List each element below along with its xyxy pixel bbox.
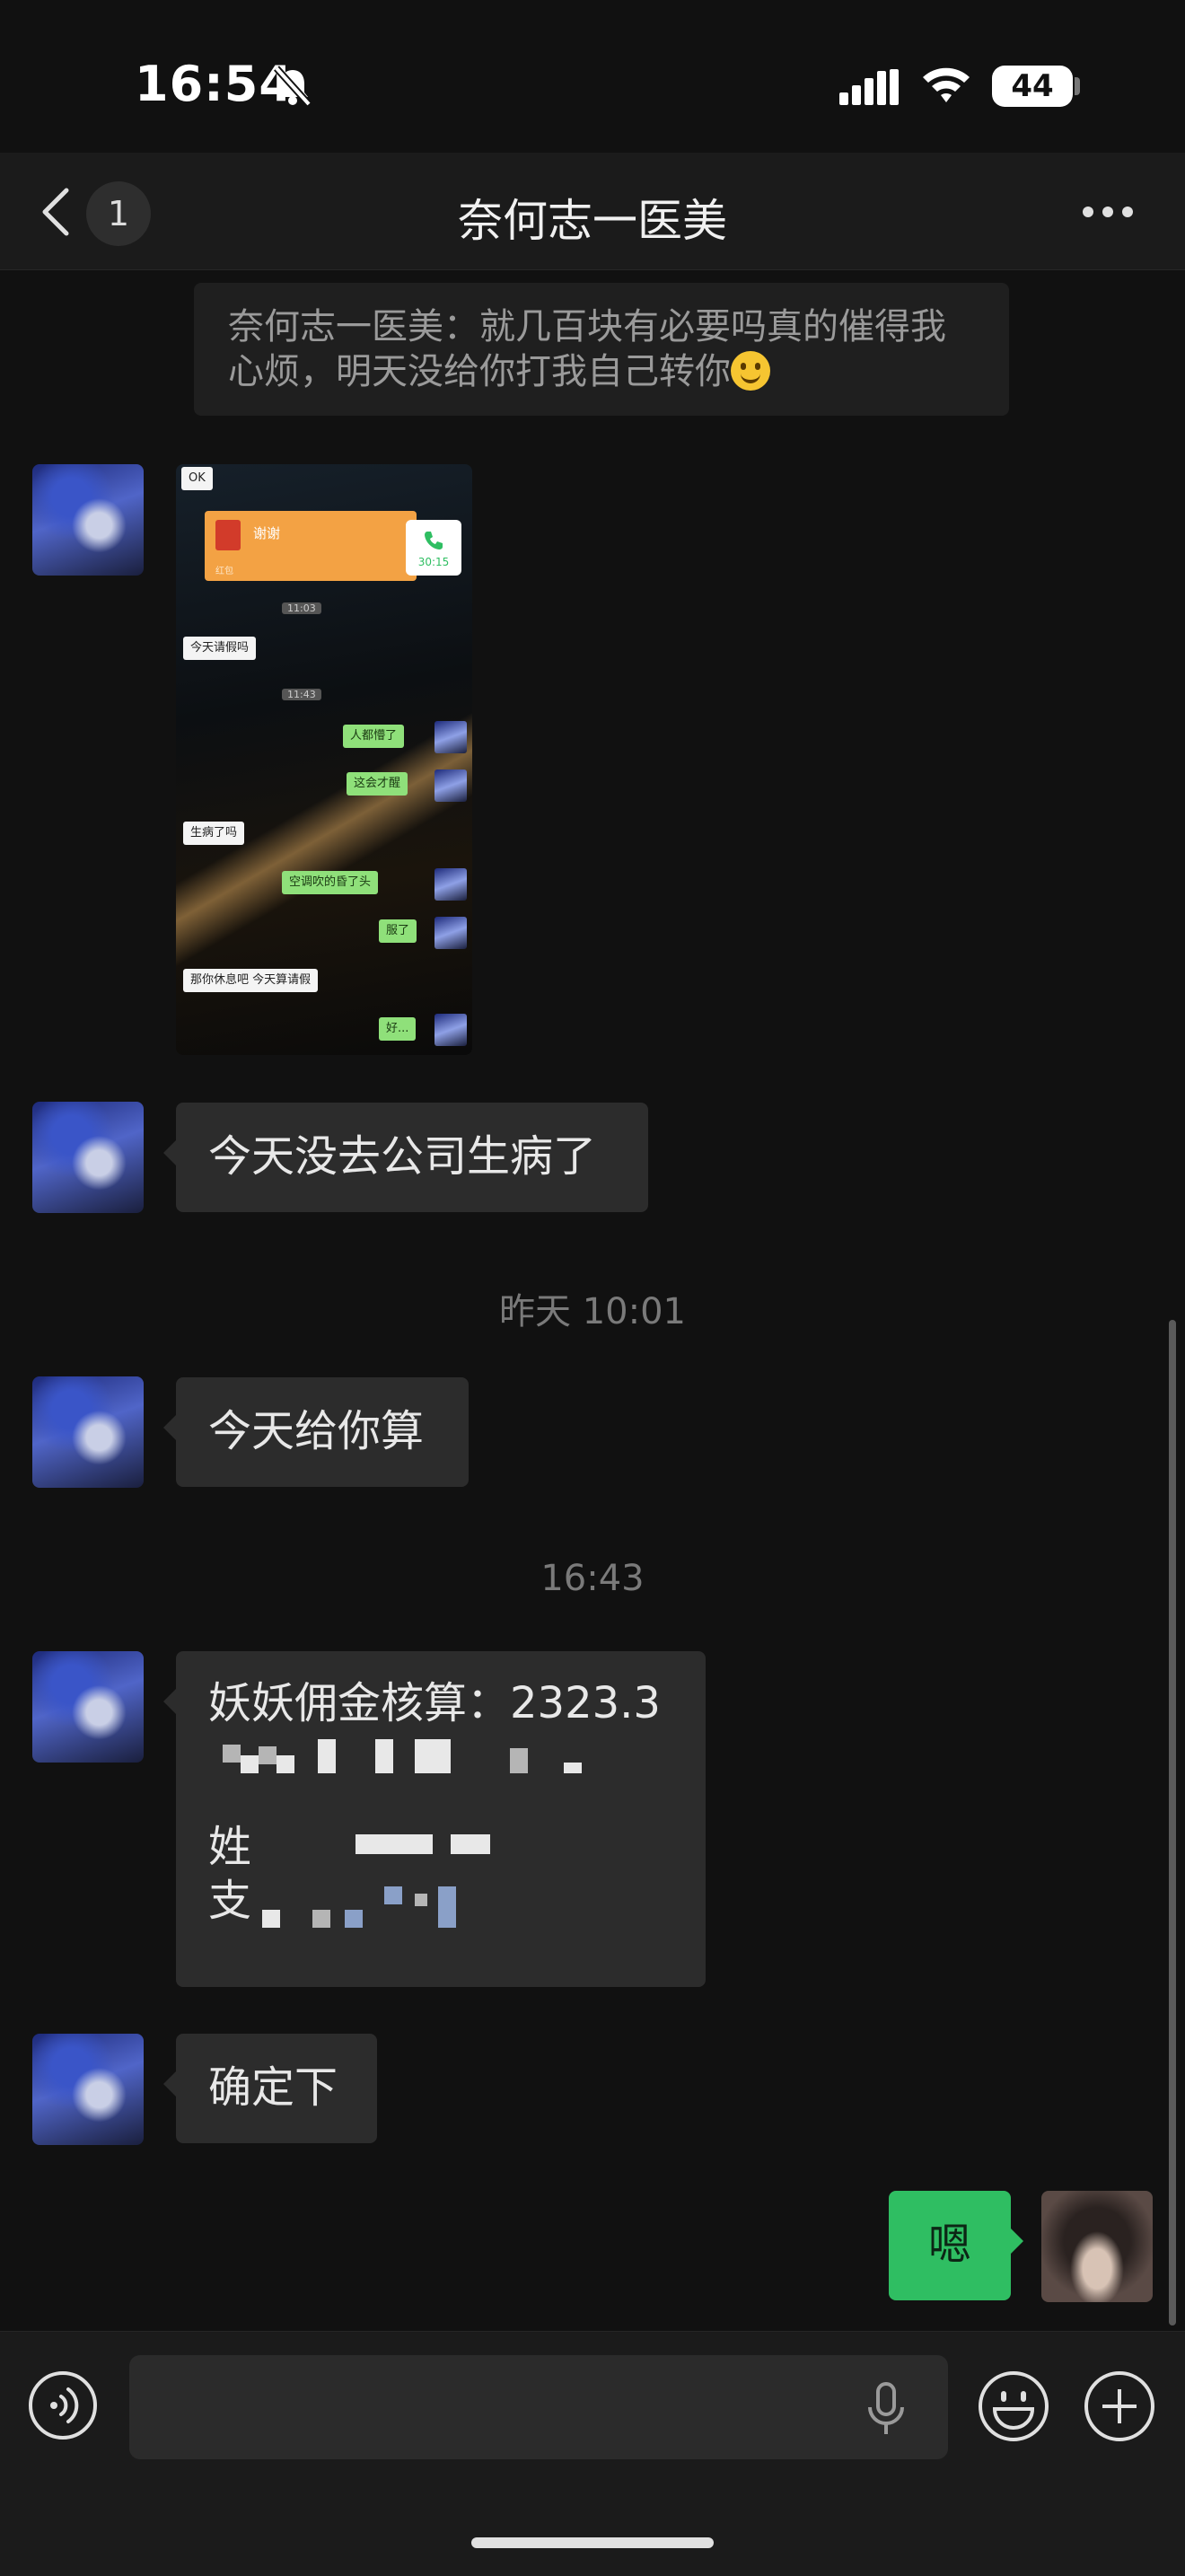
redaction-block [510,1748,528,1773]
message-text: 今天给你算 [208,1406,425,1456]
message-bubble[interactable]: 妖妖佣金核算：2323.3 姓名 支付宝 [163,1651,706,1987]
screenshot-avatar [434,721,467,753]
my-message-bubble[interactable]: 嗯 [889,2191,1023,2300]
screenshot-time: 11:43 [282,689,321,700]
screenshot-avatar [434,769,467,802]
redaction-block [415,1739,451,1773]
chat-title: 奈何志一医美 [458,195,727,247]
message-input[interactable] [129,2355,948,2459]
screenshot-bubble: 人都懵了 [343,725,405,748]
message-text-line: 姓名 [208,1820,673,1874]
timestamp: 昨天 10:01 [499,1291,686,1332]
redaction-block [223,1745,241,1763]
redacted-line [208,1730,673,1784]
redaction-block [312,1910,330,1928]
plus-icon[interactable] [1083,2369,1156,2443]
redaction-block [415,1894,427,1906]
message-bubble[interactable]: 今天没去公司生病了 [163,1103,648,1212]
screenshot-bubble: 那你休息吧 今天算请假 [183,969,319,992]
unread-count-badge[interactable]: 1 [86,181,151,246]
contact-avatar[interactable] [32,1651,144,1763]
system-message: 奈何志一医美：就几百块有必要吗真的催得我心烦，明天没给你打我自己转你 [194,283,1009,416]
message-bubble[interactable]: 确定下 [163,2034,377,2143]
redaction-block [451,1834,490,1854]
redaction-block [438,1886,456,1928]
microphone-icon[interactable] [862,2380,910,2438]
screenshot-bubble: 今天请假吗 [183,637,257,660]
battery-indicator: 44 [992,66,1073,107]
screenshot-avatar [434,1014,467,1046]
scrollbar[interactable] [1169,1320,1176,2325]
screenshot-call: 30:15 [406,520,461,576]
emoji-icon[interactable] [977,2369,1050,2443]
redaction-block [564,1763,582,1773]
redaction-block [241,1755,259,1773]
redaction-block [356,1834,433,1854]
screenshot-bubble: 空调吹的昏了头 [282,871,379,894]
screenshot-bubble: OK [181,467,213,490]
my-avatar[interactable] [1041,2191,1153,2302]
redaction-block [384,1886,402,1904]
screenshot-avatar [434,917,467,949]
message-text: 嗯 [927,2220,971,2270]
screenshot-red-packet: 谢谢 红包 [205,511,417,581]
screenshot-time: 11:03 [282,602,321,614]
redaction-block [259,1746,276,1764]
battery-tip [1075,77,1080,95]
nav-bar: 奈何志一医美 1 [0,153,1185,270]
wifi-icon [923,67,970,102]
phone-icon [425,532,443,549]
timestamp: 16:43 [540,1558,645,1599]
cellular-signal-icon [839,69,899,105]
message-bubble[interactable]: 今天给你算 [163,1377,469,1487]
screenshot-avatar [434,868,467,901]
smile-emoji-icon [731,351,770,391]
more-icon[interactable] [1082,205,1134,219]
bell-muted-icon [274,66,312,107]
screenshot-bubble: 这会才醒 [347,772,408,796]
voice-mode-icon[interactable] [27,2369,99,2441]
screenshot-bubble: 生病了吗 [183,822,245,845]
contact-avatar[interactable] [32,1102,144,1213]
redaction-block [375,1739,393,1773]
redaction-block [318,1739,336,1773]
image-message[interactable]: OK 谢谢 红包 30:15 11:03 今天请假吗 11:43 人都懵了 这会… [176,464,472,1055]
contact-avatar[interactable] [32,1376,144,1488]
screenshot-bubble: 30:15 [417,556,450,568]
message-text: 确定下 [208,2062,338,2113]
battery-level: 44 [1011,68,1054,104]
redaction-block [345,1910,363,1928]
red-packet-label: 红包 [215,567,233,576]
screenshot-bubble: 谢谢 [253,525,281,541]
redaction-block [262,1910,280,1928]
red-packet-icon [215,520,241,550]
system-message-text: 奈何志一医美：就几百块有必要吗真的催得我心烦，明天没给你打我自己转你 [228,306,946,392]
screenshot-bubble: 好... [379,1017,417,1041]
screenshot-bubble: 服了 [379,919,417,943]
home-indicator [471,2537,714,2548]
contact-avatar[interactable] [32,464,144,576]
message-text: 今天没去公司生病了 [208,1131,597,1182]
message-text: 妖妖佣金核算：2323.3 [208,1678,661,1728]
contact-avatar[interactable] [32,2034,144,2145]
back-icon[interactable] [38,185,74,239]
redaction-block [276,1755,294,1773]
message-text-line: 支付宝 [208,1874,673,1928]
